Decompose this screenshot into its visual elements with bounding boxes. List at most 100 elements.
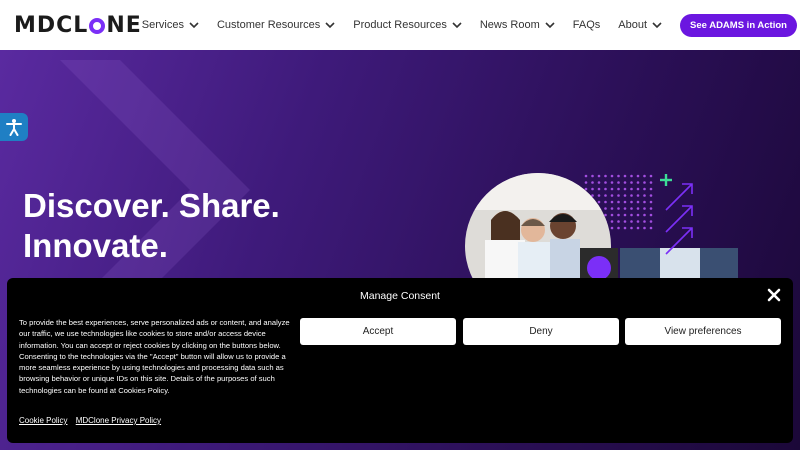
dot	[636, 187, 640, 191]
chevron-down-icon	[545, 22, 555, 29]
nav-item-product-resources[interactable]: Product Resources	[353, 19, 462, 31]
nav-item-about[interactable]: About	[618, 19, 662, 31]
dot	[610, 207, 614, 210]
dot	[623, 174, 627, 178]
view-preferences-button[interactable]: View preferences	[625, 318, 781, 345]
dot	[630, 187, 633, 191]
dot	[610, 220, 614, 223]
dot	[649, 226, 653, 230]
dot	[584, 187, 588, 191]
dot	[649, 207, 653, 210]
dot	[649, 174, 653, 178]
site-header: MDCL NE Services Customer Resources Produ…	[0, 0, 800, 50]
nav-label: Product Resources	[353, 19, 447, 31]
dot	[623, 220, 627, 223]
dot	[617, 187, 620, 191]
nav-label: FAQs	[572, 19, 601, 31]
dot	[617, 220, 620, 223]
dot	[597, 200, 601, 204]
dot	[591, 194, 594, 197]
dot	[610, 194, 614, 197]
dot	[643, 181, 646, 184]
cookie-policy-link[interactable]: Cookie Policy	[19, 416, 67, 425]
dot	[630, 174, 633, 178]
see-adams-button[interactable]: See ADAMS in Action	[680, 13, 797, 37]
dot	[623, 187, 627, 191]
nav-label: News Room	[479, 19, 540, 31]
dot	[643, 174, 646, 178]
dot	[649, 213, 653, 217]
nav-item-services[interactable]: Services	[142, 19, 199, 31]
dot	[630, 220, 633, 223]
hero-title-line-2: Innovate.	[23, 227, 168, 264]
nav-item-news-room[interactable]: News Room	[480, 19, 555, 31]
dot	[623, 194, 627, 197]
dot	[604, 200, 607, 204]
privacy-policy-link[interactable]: MDClone Privacy Policy	[76, 416, 161, 425]
dot	[604, 174, 607, 178]
dot	[649, 194, 653, 197]
dot	[623, 200, 627, 204]
accessibility-button[interactable]	[0, 113, 28, 141]
deny-button[interactable]: Deny	[463, 318, 619, 345]
consent-message: To provide the best experiences, serve p…	[19, 318, 290, 395]
nav-label: Services	[141, 19, 184, 31]
dot	[604, 207, 607, 210]
dot	[597, 194, 601, 197]
dot	[591, 174, 594, 178]
arrow-up-right-icon	[665, 183, 693, 255]
nav-label: Customer Resources	[216, 19, 321, 31]
dot	[630, 194, 633, 197]
dot	[610, 187, 614, 191]
dot	[643, 194, 646, 197]
dot	[643, 220, 646, 223]
main-nav: Services Customer Resources Product Reso…	[142, 19, 680, 31]
dot	[636, 194, 640, 197]
dot	[636, 200, 640, 204]
dot	[630, 200, 633, 204]
chevron-down-icon	[652, 22, 662, 29]
close-icon[interactable]	[767, 288, 781, 302]
dot	[617, 174, 620, 178]
dot	[610, 200, 614, 204]
chevron-down-icon	[452, 22, 462, 29]
dot	[604, 181, 607, 184]
consent-title: Manage Consent	[360, 290, 440, 302]
dot	[623, 213, 627, 217]
nav-item-customer-resources[interactable]: Customer Resources	[217, 19, 335, 31]
dot	[610, 174, 614, 178]
dot	[649, 220, 653, 223]
dot	[630, 226, 633, 230]
dot	[617, 181, 620, 184]
dot	[623, 207, 627, 210]
cookie-consent-dialog: Manage Consent To provide the best exper…	[7, 278, 793, 443]
dot	[630, 213, 633, 217]
dot	[604, 194, 607, 197]
dot	[604, 213, 607, 217]
logo[interactable]: MDCL NE	[14, 13, 142, 38]
dot	[643, 187, 646, 191]
accessibility-icon	[6, 119, 22, 136]
dot	[617, 226, 620, 230]
dot	[617, 207, 620, 210]
dot	[643, 200, 646, 204]
hero-title: Discover. Share. Innovate.	[23, 186, 280, 266]
dot	[636, 207, 640, 210]
dot	[584, 181, 588, 184]
dot	[636, 220, 640, 223]
dot	[604, 187, 607, 191]
dot	[584, 174, 588, 178]
dot	[649, 200, 653, 204]
dot	[597, 174, 601, 178]
dot	[643, 207, 646, 210]
logo-ring-icon	[89, 18, 106, 34]
dot	[597, 187, 601, 191]
nav-item-faqs[interactable]: FAQs	[573, 19, 601, 31]
logo-text-ne: NE	[106, 12, 142, 38]
accept-button[interactable]: Accept	[300, 318, 456, 345]
consent-links: Cookie Policy MDClone Privacy Policy	[19, 416, 167, 425]
chevron-down-icon	[189, 22, 199, 29]
dot	[617, 200, 620, 204]
dot	[591, 181, 594, 184]
dot	[636, 181, 640, 184]
